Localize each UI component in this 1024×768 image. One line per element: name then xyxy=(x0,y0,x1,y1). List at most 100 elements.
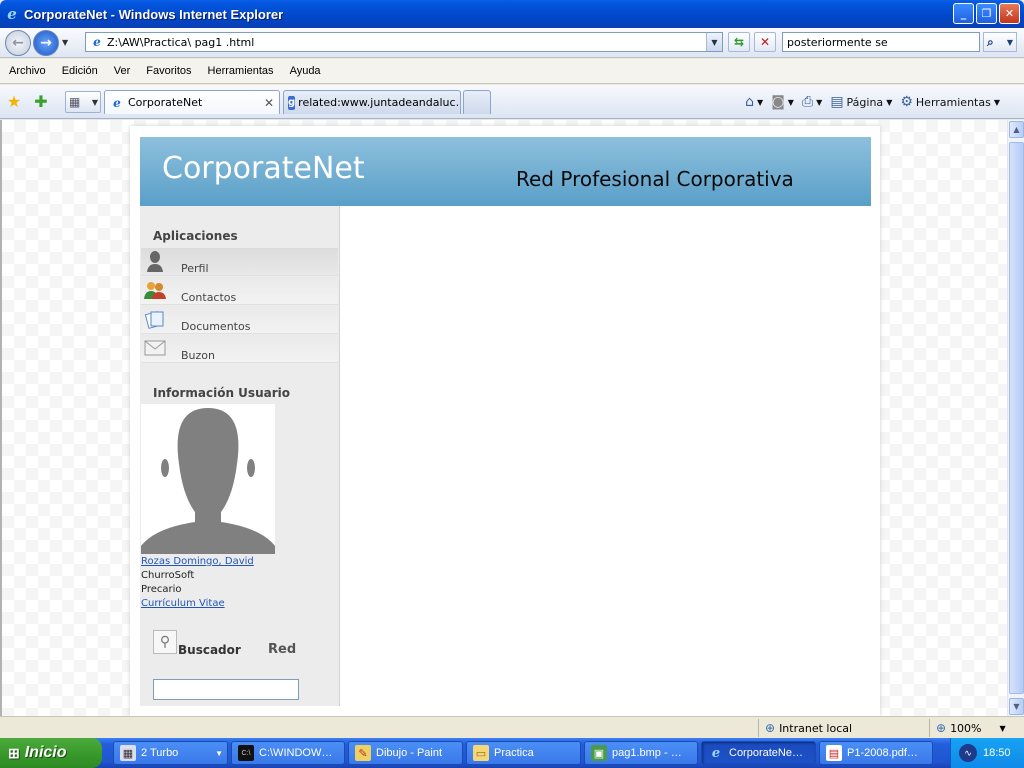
menu-ver[interactable]: Ver xyxy=(114,65,131,77)
task-practica-folder[interactable]: ▭ Practica xyxy=(466,741,581,765)
close-window-button[interactable]: ✕ xyxy=(999,3,1020,24)
refresh-button[interactable]: ⇆ xyxy=(728,32,750,52)
site-header: CorporateNet Red Profesional Corporativa xyxy=(140,137,871,206)
audio-wave-icon[interactable]: ∿ xyxy=(959,744,977,762)
menu-archivo[interactable]: Archivo xyxy=(9,65,46,77)
scroll-thumb[interactable] xyxy=(1009,142,1024,694)
tools-menu-label: Herramientas xyxy=(915,95,991,109)
sidebar-item-label: Buzon xyxy=(181,349,215,362)
gear-icon: ⚙ xyxy=(900,94,913,110)
close-tab-icon[interactable]: ✕ xyxy=(264,96,274,110)
group-dropdown-icon: ▼ xyxy=(215,748,223,758)
scroll-up-button[interactable]: ▲ xyxy=(1009,121,1024,138)
browser-viewport: CorporateNet Red Profesional Corporativa… xyxy=(0,120,1024,716)
search-button[interactable]: ⌕ ▼ xyxy=(983,32,1017,52)
paint-icon: ✎ xyxy=(355,745,371,761)
favorites-center-button[interactable]: ★ xyxy=(4,91,24,111)
site-brand: CorporateNet xyxy=(162,151,365,186)
task-label: Practica xyxy=(494,747,534,759)
new-tab-button[interactable] xyxy=(463,90,491,114)
sidebar-item-label: Perfil xyxy=(181,262,209,275)
apps-heading: Aplicaciones xyxy=(153,229,238,243)
sidebar-item-contactos[interactable]: Contactos xyxy=(141,277,338,305)
address-value: Z:\AW\Practica\ pag1 .html xyxy=(107,35,255,49)
search-value: posteriormente se xyxy=(787,35,888,49)
start-button[interactable]: ⊞ Inicio xyxy=(0,738,102,768)
image-icon: ▣ xyxy=(591,745,607,761)
user-name-link[interactable]: Rozas Domingo, David xyxy=(141,556,254,567)
sidebar-item-documentos[interactable]: Documentos xyxy=(141,306,338,334)
tab-corporatenet[interactable]: e CorporateNet ✕ xyxy=(104,90,280,114)
page-dropdown-icon: ▼ xyxy=(886,97,893,107)
menu-ayuda[interactable]: Ayuda xyxy=(290,65,321,77)
menu-edicion[interactable]: Edición xyxy=(62,65,98,77)
feeds-button[interactable]: ◙ ▼ xyxy=(771,94,794,110)
search-options-dropdown[interactable]: ▼ xyxy=(1007,38,1013,47)
sidebar-item-label: Documentos xyxy=(181,320,251,333)
quick-tabs-button[interactable]: ▦ ▼ xyxy=(65,91,101,113)
home-button[interactable]: ⌂ ▼ xyxy=(745,94,763,110)
tools-menu-button[interactable]: ⚙ Herramientas ▼ xyxy=(900,94,1000,110)
task-paint[interactable]: ✎ Dibujo - Paint xyxy=(348,741,463,765)
minimize-button[interactable]: _ xyxy=(953,3,974,24)
feeds-dropdown-icon: ▼ xyxy=(787,97,794,107)
menu-favoritos[interactable]: Favoritos xyxy=(146,65,191,77)
forward-button[interactable]: → xyxy=(33,30,59,56)
ie-logo-icon: e xyxy=(711,745,721,761)
forward-arrow-icon: → xyxy=(40,35,52,51)
console-icon: C:\ xyxy=(238,745,254,761)
avatar xyxy=(141,404,275,554)
task-pdf[interactable]: ▤ P1-2008.pdf… xyxy=(819,741,933,765)
add-favorites-button[interactable]: ✚ xyxy=(31,91,51,111)
history-dropdown[interactable]: ▼ xyxy=(62,38,68,47)
search-icon[interactable]: ⚲ xyxy=(153,630,177,654)
stop-button[interactable]: ✕ xyxy=(754,32,776,52)
menu-bar: Archivo Edición Ver Favoritos Herramient… xyxy=(0,59,1024,84)
restore-button[interactable]: ❐ xyxy=(976,3,997,24)
page-menu-label: Página xyxy=(846,95,884,109)
task-corporatenet-ie[interactable]: e CorporateNe… xyxy=(701,741,816,765)
print-button[interactable]: ⎙ ▼ xyxy=(802,94,822,110)
back-arrow-icon: ← xyxy=(12,35,24,51)
start-label: Inicio xyxy=(24,744,67,761)
ie-logo-icon: e xyxy=(7,5,17,23)
tools-dropdown-icon: ▼ xyxy=(993,97,1000,107)
zoom-control[interactable]: ⊕ 100% ▼ xyxy=(929,719,1024,737)
cv-link[interactable]: Currículum Vitae xyxy=(141,598,225,609)
task-label: Dibujo - Paint xyxy=(376,747,443,759)
task-label: P1-2008.pdf… xyxy=(847,747,918,759)
sidebar-item-label: Contactos xyxy=(181,291,237,304)
profile-icon xyxy=(144,250,166,272)
task-bmp-image[interactable]: ▣ pag1.bmp - … xyxy=(584,741,698,765)
task-label: pag1.bmp - … xyxy=(612,747,682,759)
search-label: Buscador xyxy=(178,643,241,657)
zone-label: Intranet local xyxy=(779,721,853,735)
task-turbo[interactable]: ▦ 2 Turbo ▼ xyxy=(113,741,228,765)
sidebar-item-buzon[interactable]: Buzon xyxy=(141,335,338,363)
address-dropdown[interactable]: ▼ xyxy=(706,33,722,51)
scroll-down-button[interactable]: ▼ xyxy=(1009,698,1024,715)
people-search-input[interactable] xyxy=(153,679,299,700)
rss-icon: ◙ xyxy=(771,94,785,110)
search-input[interactable]: posteriormente se xyxy=(782,32,980,52)
web-page: CorporateNet Red Profesional Corporativa… xyxy=(130,126,880,716)
print-dropdown-icon: ▼ xyxy=(816,97,823,107)
security-zone[interactable]: ⊕ Intranet local xyxy=(758,719,928,737)
windows-flag-icon: ⊞ xyxy=(8,744,20,761)
vertical-scrollbar[interactable]: ▲ ▼ xyxy=(1007,120,1024,716)
sidebar-item-perfil[interactable]: Perfil xyxy=(141,248,338,276)
tab-bar: ★ ✚ ▦ ▼ e CorporateNet ✕ g related:www.j… xyxy=(0,85,1024,119)
back-button[interactable]: ← xyxy=(5,30,31,56)
tab-related-search[interactable]: g related:www.juntadeandaluc… xyxy=(283,90,461,114)
address-field[interactable]: e Z:\AW\Practica\ pag1 .html ▼ xyxy=(85,32,723,52)
page-menu-button[interactable]: ▤ Página ▼ xyxy=(830,94,892,110)
task-cmd[interactable]: C:\ C:\WINDOW… xyxy=(231,741,345,765)
tab-label: CorporateNet xyxy=(128,96,203,109)
window-title: CorporateNet - Windows Internet Explorer xyxy=(24,6,284,22)
tab-list-dropdown[interactable]: ▼ xyxy=(92,98,98,107)
contacts-icon xyxy=(144,279,166,301)
menu-herramientas[interactable]: Herramientas xyxy=(208,65,274,77)
zoom-icon: ⊕ xyxy=(936,721,947,735)
task-label: CorporateNe… xyxy=(729,747,803,759)
status-bar: ⊕ Intranet local ⊕ 100% ▼ xyxy=(0,716,1024,738)
